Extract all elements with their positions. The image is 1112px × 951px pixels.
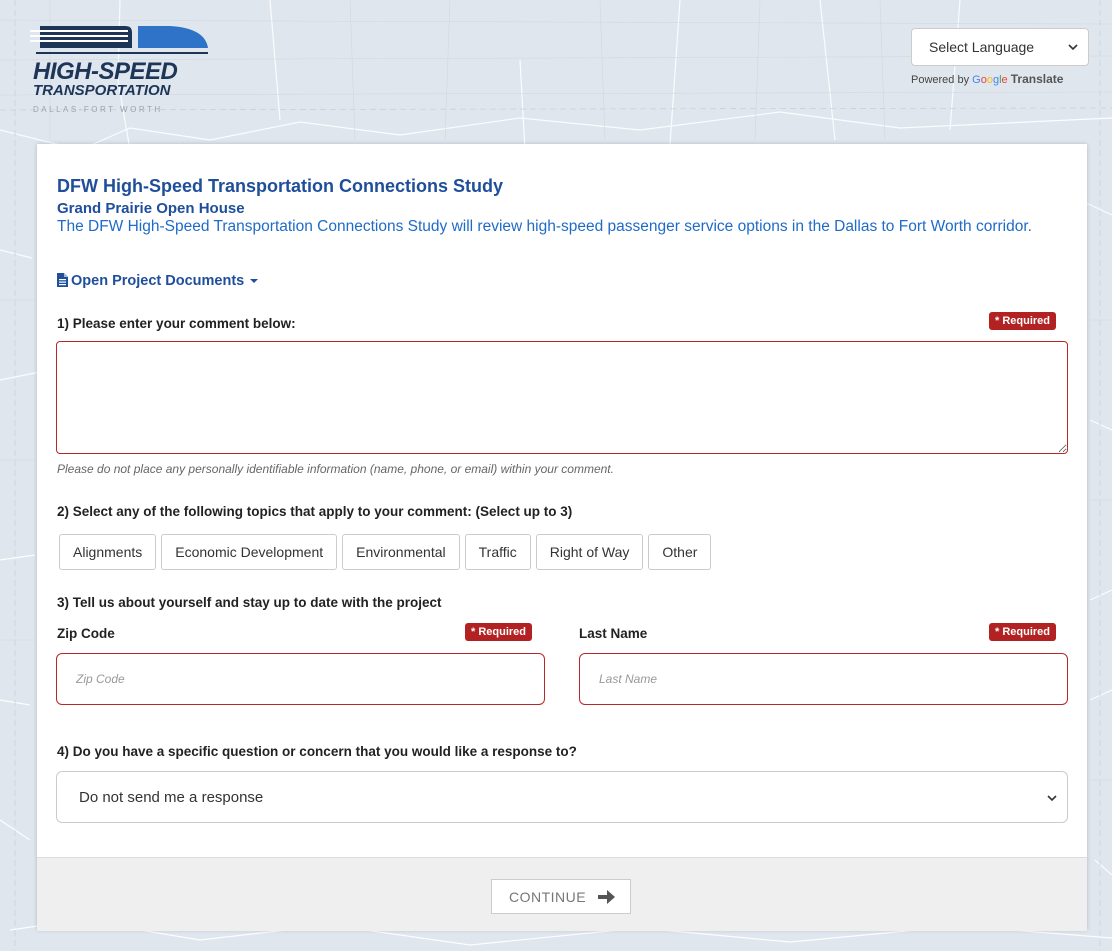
form-footer: CONTINUE	[37, 857, 1087, 931]
topic-other[interactable]: Other	[648, 534, 712, 570]
topic-environmental[interactable]: Environmental	[342, 534, 460, 570]
topic-alignments[interactable]: Alignments	[59, 534, 157, 570]
topic-economic-development[interactable]: Economic Development	[161, 534, 338, 570]
topic-right-of-way[interactable]: Right of Way	[535, 534, 644, 570]
translate-text: Translate	[1010, 72, 1064, 86]
question-1-label: 1) Please enter your comment below:	[57, 316, 296, 331]
zip-code-input[interactable]	[56, 653, 545, 705]
google-logo-text: Google	[972, 74, 1008, 86]
brand-logo[interactable]: HIGH-SPEED TRANSPORTATION DALLAS-FORT WO…	[30, 18, 210, 118]
comment-hint: Please do not place any personally ident…	[57, 462, 614, 476]
required-badge: * Required	[989, 312, 1057, 330]
zip-required-badge: * Required	[465, 623, 533, 641]
comment-form-panel: DFW High-Speed Transportation Connection…	[37, 144, 1087, 931]
page-title: DFW High-Speed Transportation Connection…	[57, 176, 504, 196]
arrow-right-icon	[598, 890, 615, 904]
powered-by-google-translate[interactable]: Powered by Google Translate	[911, 72, 1063, 86]
question-2-label: 2) Select any of the following topics th…	[57, 504, 573, 519]
train-logo-icon	[30, 26, 208, 54]
response-select[interactable]: Do not send me a response	[56, 771, 1068, 823]
open-project-documents-dropdown[interactable]: Open Project Documents	[57, 273, 259, 289]
language-select-label: Select Language	[929, 39, 1035, 55]
page-subtitle: Grand Prairie Open House	[57, 200, 245, 217]
question-3-label: 3) Tell us about yourself and stay up to…	[57, 595, 442, 610]
response-select-value: Do not send me a response	[79, 789, 264, 806]
question-4-label: 4) Do you have a specific question or co…	[57, 744, 577, 759]
comment-textarea[interactable]	[56, 341, 1068, 454]
open-project-documents-label: Open Project Documents	[71, 273, 245, 289]
caret-down-icon	[250, 279, 259, 284]
last-name-input[interactable]	[579, 653, 1068, 705]
chevron-down-icon	[1047, 795, 1057, 802]
brand-line-3: DALLAS-FORT WORTH	[33, 105, 163, 114]
brand-line-2: TRANSPORTATION	[33, 82, 171, 99]
language-select[interactable]: Select Language	[911, 28, 1089, 66]
document-icon	[57, 273, 68, 287]
chevron-down-icon	[1068, 44, 1078, 51]
topic-buttons: Alignments Economic Development Environmen…	[59, 534, 716, 570]
study-description: The DFW High-Speed Transportation Connec…	[57, 218, 1032, 235]
powered-by-text: Powered by	[911, 74, 970, 86]
topic-traffic[interactable]: Traffic	[464, 534, 531, 570]
continue-button[interactable]: CONTINUE	[491, 879, 631, 914]
continue-label: CONTINUE	[509, 889, 587, 905]
zip-code-label: Zip Code	[57, 626, 115, 641]
last-name-required-badge: * Required	[989, 623, 1057, 641]
last-name-label: Last Name	[579, 626, 648, 641]
